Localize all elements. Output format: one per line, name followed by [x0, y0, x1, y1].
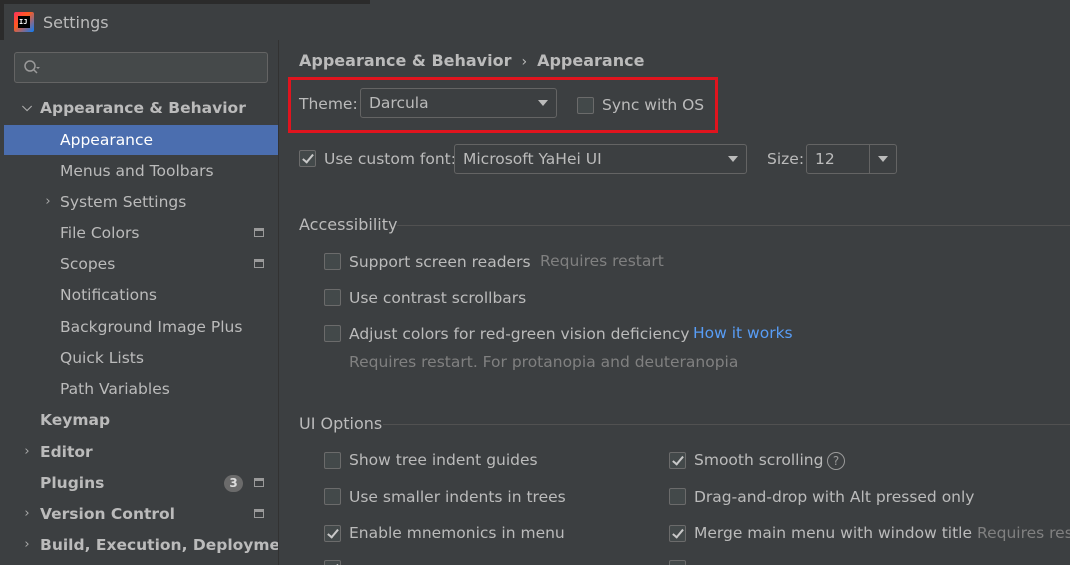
how-it-works-link[interactable]: How it works: [693, 324, 793, 342]
breadcrumb-separator: ›: [521, 54, 528, 70]
sidebar-item-label: Plugins: [40, 474, 105, 492]
breadcrumb-parent[interactable]: Appearance & Behavior: [299, 51, 511, 70]
sidebar-item-label: Quick Lists: [60, 349, 144, 367]
sidebar-item-build-execution-deployment[interactable]: › Build, Execution, Deployment: [4, 530, 298, 560]
red-green-label: Adjust colors for red-green vision defic…: [349, 325, 690, 343]
sidebar-item-editor[interactable]: › Editor: [4, 437, 278, 467]
accessibility-section-title: Accessibility: [299, 215, 398, 234]
smaller-indents-checkbox[interactable]: [324, 488, 341, 505]
partial-checkbox[interactable]: [324, 560, 341, 565]
drag-drop-alt-checkbox[interactable]: [669, 488, 686, 505]
font-size-value: 12: [815, 150, 835, 168]
sidebar-item-label: Version Control: [40, 505, 175, 523]
sidebar-item-path-variables[interactable]: Path Variables: [4, 374, 278, 404]
help-icon[interactable]: ?: [827, 452, 845, 470]
smooth-scrolling-checkbox[interactable]: [669, 452, 686, 469]
chevron-down-icon: [720, 145, 746, 173]
window-title: Settings: [43, 13, 109, 32]
red-green-checkbox[interactable]: [324, 325, 341, 342]
font-dropdown-value: Microsoft YaHei UI: [463, 150, 602, 168]
size-label: Size:: [767, 150, 805, 168]
ui-options-section-title: UI Options: [299, 414, 383, 433]
breadcrumb: Appearance & Behavior › Appearance: [299, 51, 644, 70]
chevron-down-icon: ⌵: [22, 100, 32, 115]
chevron-right-icon: ›: [24, 506, 30, 521]
sidebar-item-label: Keymap: [40, 411, 111, 429]
partial-checkbox[interactable]: [669, 560, 686, 565]
sidebar-item-label: Appearance: [60, 131, 154, 149]
sidebar-item-scopes[interactable]: Scopes: [4, 249, 278, 279]
sidebar-item-background-image-plus[interactable]: Background Image Plus: [4, 312, 278, 342]
screen-readers-label: Support screen readers: [349, 253, 531, 271]
sidebar-item-label: Menus and Toolbars: [60, 162, 214, 180]
settings-sidebar: ⌵ Appearance & Behavior Appearance Menus…: [4, 40, 299, 565]
project-level-icon: [254, 509, 264, 518]
merge-menu-checkbox[interactable]: [669, 525, 686, 542]
sidebar-item-appearance-behavior[interactable]: ⌵ Appearance & Behavior: [4, 93, 278, 123]
section-separator: [383, 424, 1070, 425]
use-custom-font-checkbox[interactable]: [299, 150, 316, 167]
chevron-right-icon: ›: [24, 444, 30, 459]
sidebar-item-label: System Settings: [60, 193, 187, 211]
screen-readers-hint: Requires restart: [540, 252, 664, 270]
search-input[interactable]: [14, 52, 268, 83]
mnemonics-menu-checkbox[interactable]: [324, 525, 341, 542]
update-count-badge: 3: [224, 475, 243, 492]
chevron-right-icon: ›: [45, 194, 51, 209]
breadcrumb-current: Appearance: [537, 51, 645, 70]
project-level-icon: [254, 228, 264, 237]
sidebar-item-notifications[interactable]: Notifications: [4, 280, 278, 310]
use-custom-font-label: Use custom font:: [324, 150, 456, 168]
sidebar-item-label: Path Variables: [60, 380, 170, 398]
sidebar-item-label: File Colors: [60, 224, 140, 242]
mnemonics-menu-label: Enable mnemonics in menu: [349, 524, 565, 542]
sidebar-item-appearance[interactable]: Appearance: [4, 125, 278, 155]
smaller-indents-label: Use smaller indents in trees: [349, 488, 566, 506]
drag-drop-alt-label: Drag-and-drop with Alt pressed only: [694, 488, 975, 506]
sidebar-item-label: Editor: [40, 443, 93, 461]
merge-menu-label: Merge main menu with window title: [694, 524, 973, 542]
sidebar-item-label: Scopes: [60, 255, 116, 273]
section-separator: [397, 225, 1070, 226]
contrast-scrollbars-checkbox[interactable]: [324, 289, 341, 306]
merge-menu-hint: Requires rest: [977, 524, 1070, 542]
project-level-icon: [254, 478, 264, 487]
tree-indent-guides-label: Show tree indent guides: [349, 451, 538, 469]
sidebar-item-keymap[interactable]: Keymap: [4, 405, 278, 435]
screen-readers-checkbox[interactable]: [324, 253, 341, 270]
search-icon: [24, 60, 40, 74]
font-dropdown[interactable]: Microsoft YaHei UI: [454, 144, 747, 174]
intellij-idea-icon: IJ: [14, 12, 34, 32]
sidebar-item-system-settings[interactable]: › System Settings: [4, 187, 278, 217]
title-strip-left: [0, 0, 4, 40]
contrast-scrollbars-label: Use contrast scrollbars: [349, 289, 527, 307]
sidebar-item-label: Background Image Plus: [60, 318, 243, 336]
sidebar-item-quick-lists[interactable]: Quick Lists: [4, 343, 278, 373]
sidebar-item-label: Build, Execution, Deployment: [40, 536, 299, 554]
chevron-right-icon: ›: [24, 537, 30, 552]
chevron-down-icon: [870, 145, 896, 173]
highlight-annotation: [288, 77, 718, 133]
sidebar-item-version-control[interactable]: › Version Control: [4, 499, 278, 529]
sidebar-item-plugins[interactable]: Plugins 3: [4, 468, 278, 498]
title-bar: IJ Settings: [0, 0, 1070, 40]
sidebar-item-label: Notifications: [60, 286, 158, 304]
tree-indent-guides-checkbox[interactable]: [324, 452, 341, 469]
project-level-icon: [254, 259, 264, 268]
sidebar-item-menus-toolbars[interactable]: Menus and Toolbars: [4, 156, 278, 186]
title-strip: [0, 0, 370, 4]
font-size-combo[interactable]: 12: [806, 144, 897, 174]
sidebar-item-label: Appearance & Behavior: [40, 99, 246, 117]
app-icon-text: IJ: [18, 16, 30, 28]
red-green-hint: Requires restart. For protanopia and deu…: [349, 353, 739, 371]
sidebar-item-file-colors[interactable]: File Colors: [4, 218, 278, 248]
smooth-scrolling-label: Smooth scrolling: [694, 451, 824, 469]
